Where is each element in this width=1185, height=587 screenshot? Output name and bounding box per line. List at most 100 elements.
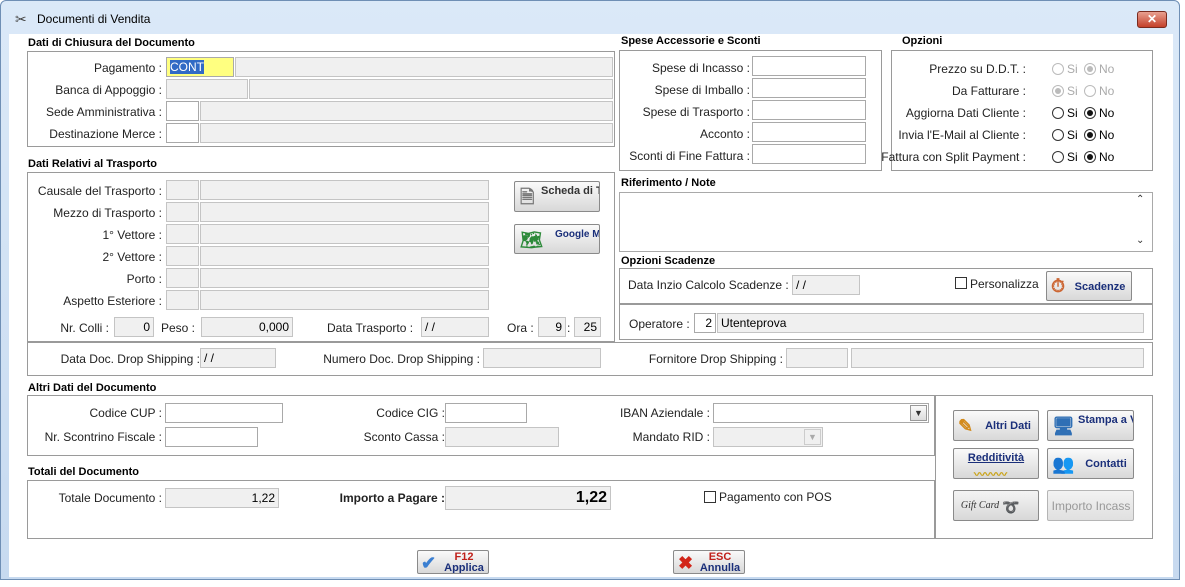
destinazione-code-field[interactable] [166,123,199,143]
opzione-radio-si[interactable] [1052,129,1064,141]
operatore-label: Operatore : [629,317,690,331]
vettore2-label: 2° Vettore : [102,250,162,264]
totale-documento-label: Totale Documento : [58,491,162,505]
spese-trasporto-label: Spese di Trasporto : [642,105,750,119]
colli-label: Nr. Colli : [60,321,109,335]
note-textarea[interactable] [619,192,1153,252]
map-icon: 🗺 [520,230,543,250]
opzione-radio-no[interactable] [1084,151,1096,163]
section-title-trasporto: Dati Relativi al Trasporto [28,158,157,170]
monitor-icon: 🖥 [1052,416,1075,436]
banca-desc-field [249,79,613,99]
ora-hour-field[interactable]: 9 [538,317,566,337]
sede-desc-field [200,101,613,121]
contatti-button[interactable]: 👥 Contatti [1047,448,1134,479]
opzione-label: Aggiorna Dati Cliente : [905,106,1026,120]
aspetto-desc-field [200,290,489,310]
opzione-radio-no[interactable] [1084,129,1096,141]
section-title-riferimento: Riferimento / Note [621,177,716,189]
opzione-label: Invia l'E-Mail al Cliente : [898,128,1026,142]
vettore1-code-field[interactable] [166,224,199,244]
pagamento-desc-field [235,57,613,77]
spese-trasporto-field[interactable] [752,100,866,120]
sconti-fine-fattura-field[interactable] [752,144,866,164]
opzione-radio-si-label: Si [1067,106,1078,120]
operatore-code-field[interactable]: 2 [694,313,716,333]
section-title-chiusura: Dati di Chiusura del Documento [28,37,195,49]
scroll-up-icon[interactable]: ⌃ [1136,194,1144,205]
tape-measure-icon: 〰〰〰 [974,469,1007,479]
colli-field[interactable]: 0 [114,317,154,337]
altri-dati-button[interactable]: ✎ Altri Dati [953,410,1039,441]
ora-minute-field[interactable]: 25 [574,317,601,337]
spese-imballo-field[interactable] [752,78,866,98]
section-title-spese: Spese Accessorie e Sconti [621,35,761,47]
personalizza-label: Personalizza [970,277,1039,291]
scroll-down-icon[interactable]: ⌄ [1136,235,1144,246]
dropship-data-label: Data Doc. Drop Shipping : [60,352,200,366]
pagamento-code-field[interactable]: CONT [166,57,234,77]
google-map-button[interactable]: 🗺 Google Map [514,224,600,254]
cig-label: Codice CIG : [376,406,445,420]
ora-separator: : [567,321,571,335]
app-icon: ✂ [15,11,27,27]
opzione-radio-no-label: No [1099,150,1115,164]
opzione-radio-no [1084,63,1096,75]
redditivita-button[interactable]: Redditività 〰〰〰 [953,448,1039,479]
opzione-radio-no [1084,85,1096,97]
opzione-radio-si[interactable] [1052,107,1064,119]
aspetto-code-field[interactable] [166,290,199,310]
applica-button[interactable]: ✔ F12 Applica [417,550,489,574]
section-title-totali: Totali del Documento [28,466,140,478]
scontrino-field[interactable] [165,427,258,447]
cup-field[interactable] [165,403,283,423]
pagamento-pos-label: Pagamento con POS [719,490,832,504]
gift-card-button[interactable]: Gift Card ➰ [953,490,1039,521]
pagamento-label: Pagamento : [93,61,162,75]
window-title: Documenti di Vendita [37,12,151,26]
importo-incass-button: Importo Incass [1047,490,1134,521]
spese-incasso-label: Spese di Incasso : [651,61,750,75]
mezzo-code-field[interactable] [166,202,199,222]
sconto-cassa-field[interactable] [445,427,559,447]
data-trasporto-field[interactable]: / / [421,317,489,337]
pagamento-pos-checkbox[interactable] [704,491,716,503]
check-icon: ✔ [421,553,437,573]
causale-desc-field [200,180,489,200]
cig-field[interactable] [445,403,527,423]
scadenze-button[interactable]: ⏱ Scadenze [1046,271,1132,301]
data-inizio-scadenze-field[interactable]: / / [792,275,860,295]
opzione-radio-si[interactable] [1052,151,1064,163]
vettore2-code-field[interactable] [166,246,199,266]
porto-desc-field [200,268,489,288]
peso-label: Peso : [161,321,196,335]
dropship-numero-field[interactable] [483,348,601,368]
acconto-field[interactable] [752,122,866,142]
porto-code-field[interactable] [166,268,199,288]
annulla-button[interactable]: ✖ ESC Annulla [673,550,745,574]
window: ✂ Documenti di Vendita ✕ Dati di Chiusur… [0,0,1180,580]
causale-code-field[interactable] [166,180,199,200]
banca-code-field[interactable] [166,79,248,99]
dropship-data-field[interactable]: / / [200,348,276,368]
destinazione-desc-field [200,123,613,143]
iban-select[interactable] [713,403,929,423]
mandato-dropdown-icon[interactable]: ▼ [804,429,821,445]
scheda-trasporto-button[interactable]: 🗎 Scheda di Trasporto [514,181,600,212]
sede-code-field[interactable] [166,101,199,121]
vettore1-label: 1° Vettore : [102,228,162,242]
opzione-radio-no[interactable] [1084,107,1096,119]
document-icon: 🗎 [520,187,535,207]
data-inizio-scadenze-label: Data Inzio Calcolo Scadenze : [628,278,789,292]
close-button[interactable]: ✕ [1137,11,1167,28]
personalizza-checkbox[interactable] [955,277,967,289]
spese-incasso-field[interactable] [752,56,866,76]
dropship-fornitore-code-field[interactable] [786,348,848,368]
importo-pagare-field: 1,22 [445,486,611,510]
opzione-radio-si [1052,63,1064,75]
stampa-video-button[interactable]: 🖥 Stampa a Video [1047,410,1134,441]
opzione-radio-no-label: No [1099,128,1115,142]
peso-field[interactable]: 0,000 [201,317,293,337]
section-title-altri: Altri Dati del Documento [28,382,157,394]
iban-dropdown-icon[interactable]: ▼ [910,405,927,421]
